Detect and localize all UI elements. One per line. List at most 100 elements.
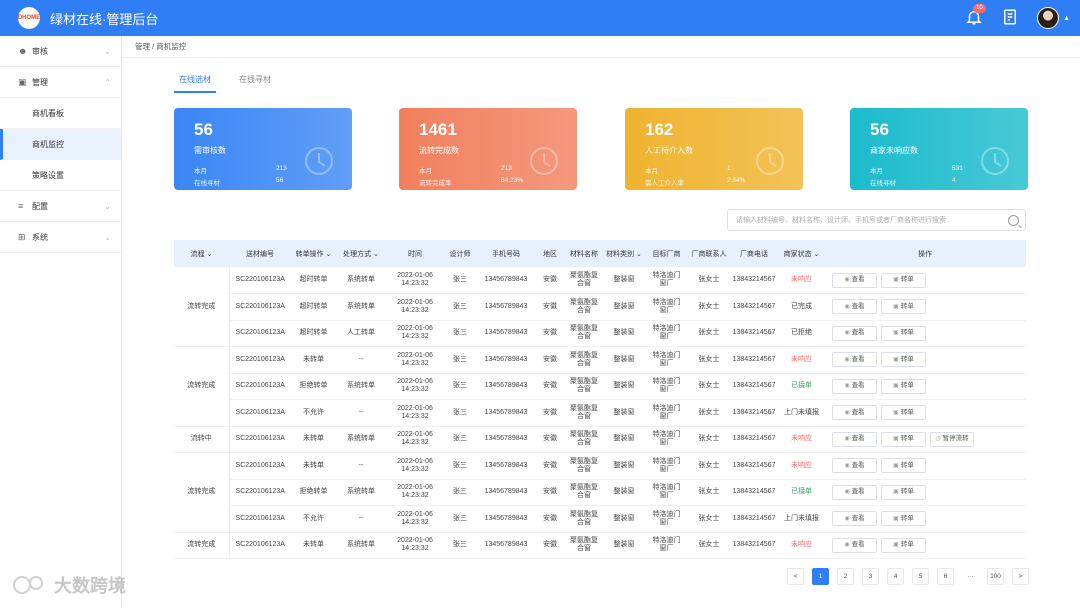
transfer-button[interactable]: ▣ 转单 xyxy=(881,378,926,394)
sidebar-group-manage[interactable]: ▣ 管理 ⌃ xyxy=(0,67,121,98)
page-button[interactable]: 6 xyxy=(937,568,954,585)
caret-down-icon[interactable]: ▲ xyxy=(1063,15,1070,22)
time-text: 14:23:32 xyxy=(401,439,429,447)
stat-card-number: 56 xyxy=(194,120,213,139)
view-button[interactable]: ◉ 查看 xyxy=(832,484,877,500)
transfer-button-label: 转单 xyxy=(900,408,914,416)
page-button[interactable]: 4 xyxy=(887,568,904,585)
target-vendor-text: 特洛迪门窗厂 xyxy=(652,537,681,553)
view-button[interactable]: ◉ 查看 xyxy=(832,352,877,368)
stat-card-number: 1461 xyxy=(419,120,457,139)
transfer-button[interactable]: ▣ 转单 xyxy=(881,431,926,447)
view-button[interactable]: ◉ 查看 xyxy=(832,299,877,315)
chevron-down-icon: ⌄ xyxy=(104,232,111,242)
transfer-button[interactable]: ▣ 转单 xyxy=(881,299,926,315)
page-button[interactable]: 1 xyxy=(812,568,829,585)
sidebar-item-opportunity-board[interactable]: 商机看板 xyxy=(0,98,121,129)
sidebar-group-config[interactable]: ≡ 配置 ⌄ xyxy=(0,191,121,222)
vendor-contact-cell: 张女士 xyxy=(689,532,729,559)
time-text: 14:23:32 xyxy=(401,412,429,420)
search-icon[interactable] xyxy=(1008,215,1019,226)
view-button-label: 查看 xyxy=(851,276,865,283)
date-text: 2022-01-06 xyxy=(397,298,433,306)
sidebar-group-system[interactable]: ⊞ 系统 ⌄ xyxy=(0,222,121,253)
actions-cell: ◉ 查看 ▣ 转单 xyxy=(824,373,1026,400)
page-button[interactable]: 3 xyxy=(862,568,879,585)
user-avatar[interactable] xyxy=(1037,7,1060,29)
view-button[interactable]: ◉ 查看 xyxy=(832,325,877,341)
target-vendor-cell: 特洛迪门窗厂 xyxy=(644,373,689,400)
transfer-button[interactable]: ▣ 转单 xyxy=(881,352,926,368)
notification-bell-icon[interactable]: 10 xyxy=(965,4,986,28)
column-header[interactable]: 转单操作 ⌄ xyxy=(291,240,336,267)
view-button[interactable]: ◉ 查看 xyxy=(832,511,877,527)
stat-card-row2-key: 在线寻材 xyxy=(870,180,896,187)
process-mode-cell: 系统转单 xyxy=(336,267,386,294)
transfer-button[interactable]: ▣ 转单 xyxy=(881,511,926,527)
sidebar-group-label: 配置 xyxy=(32,201,48,211)
column-header: 材料名称 xyxy=(564,240,604,267)
material-name-cell: 聚氨酯复合窗 xyxy=(564,532,604,559)
target-vendor-cell: 特洛迪门窗厂 xyxy=(644,293,689,321)
process-mode-cell: 系统转单 xyxy=(336,293,386,321)
stat-card-row1-key: 本月 xyxy=(419,168,432,175)
view-button[interactable]: ◉ 查看 xyxy=(832,458,877,474)
transfer-button[interactable]: ▣ 转单 xyxy=(881,405,926,421)
sidebar-group-audit[interactable]: ☻ 审核 ⌄ xyxy=(0,36,121,67)
vendor-phone-cell: 13843214567 xyxy=(729,346,779,374)
page-button[interactable]: 100 xyxy=(987,568,1004,585)
page-button[interactable]: 5 xyxy=(912,568,929,585)
eye-icon: ◉ xyxy=(844,356,850,363)
material-name-cell: 聚氨酯复合窗 xyxy=(564,399,604,427)
tab-online-search[interactable]: 在线寻材 xyxy=(234,68,276,93)
transfer-button[interactable]: ▣ 转单 xyxy=(881,458,926,474)
merchant-status: 已完成 xyxy=(779,293,824,321)
view-button[interactable]: ◉ 查看 xyxy=(832,537,877,553)
material-name-text: 聚氨酯复合窗 xyxy=(570,431,598,447)
view-button[interactable]: ◉ 查看 xyxy=(832,272,877,288)
material-category-cell: 整装窗 xyxy=(604,505,644,533)
document-icon[interactable] xyxy=(1001,8,1021,28)
process-mode-cell: 人工转单 xyxy=(336,320,386,347)
stat-card-row2-key: 需人工介入率 xyxy=(645,180,684,187)
column-header[interactable]: 材料类别 ⌄ xyxy=(604,240,644,267)
transfer-button[interactable]: ▣ 转单 xyxy=(881,325,926,341)
folder-icon: ▣ xyxy=(18,76,27,87)
column-header[interactable]: 处理方式 ⌄ xyxy=(336,240,386,267)
actions-cell: ◉ 查看 ▣ 转单 xyxy=(824,532,1026,559)
chevron-up-icon: ⌃ xyxy=(104,77,111,87)
page-button[interactable]: 2 xyxy=(837,568,854,585)
transfer-button[interactable]: ▣ 转单 xyxy=(881,537,926,553)
target-vendor-text: 特洛迪门窗厂 xyxy=(652,404,681,420)
sidebar-item-strategy-settings[interactable]: 策略设置 xyxy=(0,160,121,191)
prev-page-button[interactable]: < xyxy=(787,568,804,585)
column-header[interactable]: 流程 ⌄ xyxy=(174,240,229,267)
view-button[interactable]: ◉ 查看 xyxy=(832,378,877,394)
region-cell: 安徽 xyxy=(536,452,564,480)
eye-icon: ◉ xyxy=(844,409,850,416)
breadcrumb: 管理 / 商机监控 xyxy=(122,36,1080,58)
target-vendor-cell: 特洛迪门窗厂 xyxy=(644,267,689,294)
column-header: 厂商电话 xyxy=(729,240,779,267)
next-page-button[interactable]: > xyxy=(1012,568,1029,585)
pause-flow-button[interactable]: ◷ 暂停流转 xyxy=(930,431,974,447)
column-header[interactable]: 商家状态 ⌄ xyxy=(779,240,824,267)
pause-icon: ◷ xyxy=(935,436,941,443)
transfer-button[interactable]: ▣ 转单 xyxy=(881,484,926,500)
sidebar-item-opportunity-monitor[interactable]: 商机监控 xyxy=(0,129,121,160)
view-button-label: 查看 xyxy=(851,302,865,310)
region-cell: 安徽 xyxy=(536,399,564,427)
column-header: 地区 xyxy=(536,240,564,267)
vendor-contact-cell: 张女士 xyxy=(689,293,729,321)
view-button-label: 查看 xyxy=(851,488,865,496)
view-button[interactable]: ◉ 查看 xyxy=(832,405,877,421)
search-input[interactable]: 请输入材料编号、材料名称、设计师、手机号或者厂商名称进行搜索 xyxy=(727,209,1026,231)
phone-cell: 13456789843 xyxy=(476,452,536,480)
stat-card-row1-value: 1 xyxy=(727,165,731,172)
tab-online-material[interactable]: 在线选材 xyxy=(174,68,216,93)
transfer-button[interactable]: ▣ 转单 xyxy=(881,272,926,288)
vendor-contact-cell: 张女士 xyxy=(689,399,729,427)
view-button[interactable]: ◉ 查看 xyxy=(832,431,877,447)
transfer-button-label: 转单 xyxy=(900,514,914,522)
user-icon: ☻ xyxy=(18,46,28,56)
